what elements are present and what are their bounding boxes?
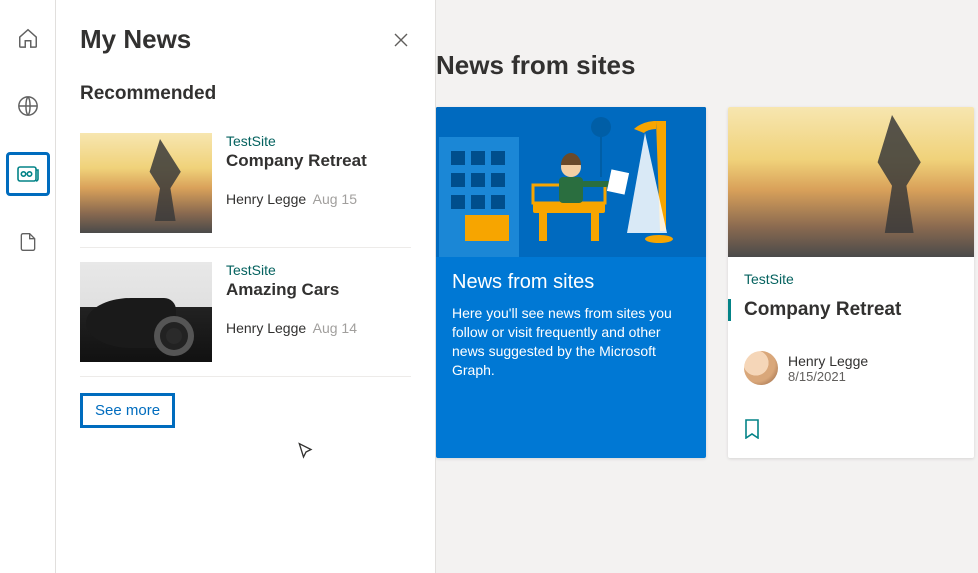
news-author: Henry Legge — [226, 191, 306, 207]
news-thumbnail — [80, 262, 212, 362]
panel-title: My News — [80, 24, 411, 55]
promo-card-title: News from sites — [452, 271, 690, 294]
promo-card-body: Here you'll see news from sites you foll… — [452, 304, 690, 380]
page-title: News from sites — [436, 50, 635, 80]
news-card[interactable]: TestSite Company Retreat Henry Legge 8/1… — [728, 107, 974, 458]
news-card-image — [728, 107, 974, 257]
see-more-button[interactable]: See more — [80, 393, 175, 428]
home-icon[interactable] — [6, 16, 50, 60]
promo-illustration — [436, 107, 706, 257]
news-author: Henry Legge — [226, 320, 306, 336]
bookmark-icon[interactable] — [744, 426, 760, 443]
news-thumbnail — [80, 133, 212, 233]
globe-icon[interactable] — [6, 84, 50, 128]
news-date: Aug 14 — [313, 320, 357, 336]
app-bar — [0, 0, 56, 573]
news-icon[interactable] — [6, 152, 50, 196]
avatar — [744, 351, 778, 385]
news-item[interactable]: TestSite Amazing Cars Henry Legge Aug 14 — [80, 248, 411, 377]
news-title: Amazing Cars — [226, 280, 411, 300]
file-icon[interactable] — [6, 220, 50, 264]
news-card-title: Company Retreat — [728, 299, 958, 321]
cursor-icon — [296, 442, 316, 462]
close-button[interactable] — [385, 24, 417, 56]
section-title: Recommended — [80, 83, 411, 105]
news-site: TestSite — [226, 262, 411, 278]
promo-card[interactable]: News from sites Here you'll see news fro… — [436, 107, 706, 458]
news-title: Company Retreat — [226, 151, 411, 171]
news-card-site: TestSite — [744, 271, 958, 287]
news-item[interactable]: TestSite Company Retreat Henry Legge Aug… — [80, 119, 411, 248]
news-card-date: 8/15/2021 — [788, 369, 868, 384]
news-card-author: Henry Legge — [788, 353, 868, 369]
news-date: Aug 15 — [313, 191, 357, 207]
main-content: News from sites — [436, 0, 978, 573]
my-news-panel: My News Recommended TestSite Company Ret… — [56, 0, 436, 573]
news-site: TestSite — [226, 133, 411, 149]
